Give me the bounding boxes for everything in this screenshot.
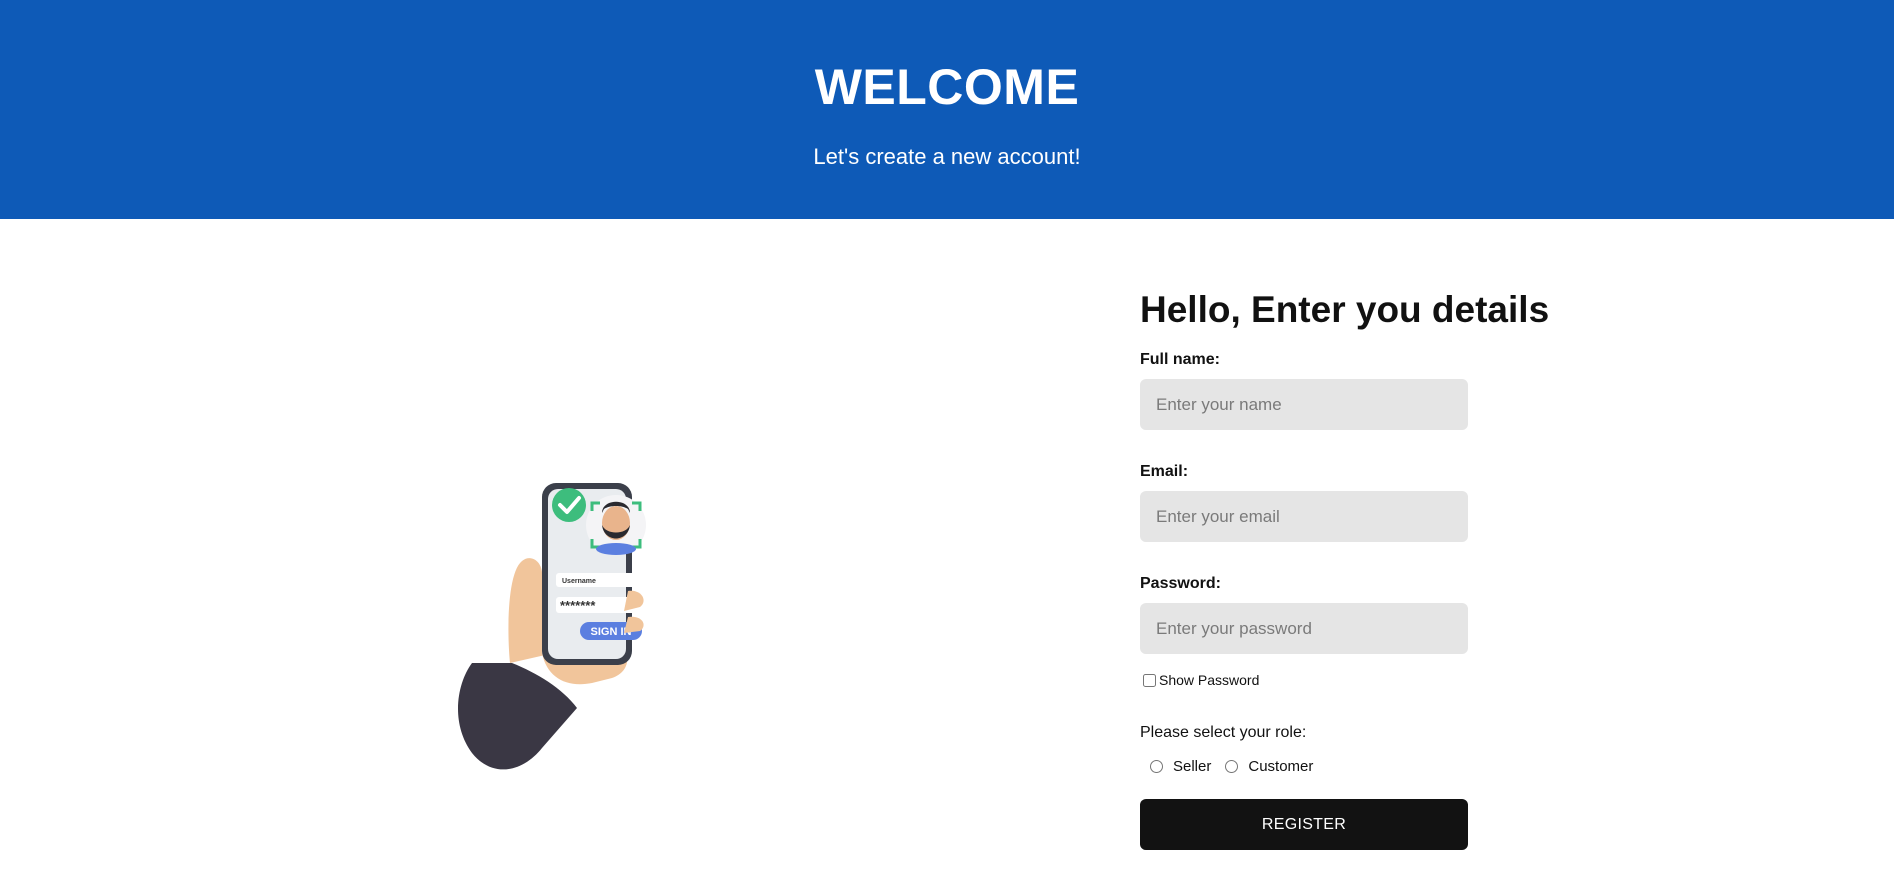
- password-group: Password:: [1140, 575, 1560, 654]
- show-password-label: Show Password: [1159, 672, 1260, 688]
- page-title: WELCOME: [814, 59, 1080, 115]
- seller-label: Seller: [1173, 758, 1212, 775]
- show-password-row: Show Password: [1143, 672, 1560, 688]
- role-label: Please select your role:: [1140, 724, 1307, 741]
- phone-face-login-illustration: Username ******* SIGN IN: [458, 483, 652, 770]
- email-input[interactable]: [1140, 491, 1468, 542]
- password-label: Password:: [1140, 575, 1221, 592]
- email-group: Email:: [1140, 463, 1560, 542]
- fullname-group: Full name:: [1140, 351, 1560, 430]
- show-password-checkbox[interactable]: [1143, 673, 1156, 687]
- customer-label: Customer: [1248, 758, 1314, 775]
- page-subtitle: Let's create a new account!: [813, 144, 1081, 169]
- username-label-graphic: Username: [562, 578, 596, 585]
- email-label: Email:: [1140, 463, 1189, 480]
- customer-radio[interactable]: [1225, 760, 1239, 773]
- role-option-customer[interactable]: Customer: [1225, 758, 1313, 775]
- check-icon: [552, 488, 586, 522]
- password-mask-graphic: *******: [560, 598, 596, 613]
- register-button[interactable]: REGISTER: [1140, 799, 1468, 850]
- fullname-label: Full name:: [1140, 351, 1221, 368]
- seller-radio[interactable]: [1150, 760, 1163, 773]
- main-content: Username ******* SIGN IN Hello, Enter yo…: [0, 219, 1894, 889]
- password-input[interactable]: [1140, 603, 1468, 654]
- role-options: Seller Customer: [1150, 758, 1560, 775]
- registration-form: Hello, Enter you details Full name: Emai…: [1140, 289, 1560, 850]
- form-title: Hello, Enter you details: [1140, 289, 1550, 330]
- fullname-input[interactable]: [1140, 379, 1468, 430]
- header-banner: WELCOME Let's create a new account!: [0, 0, 1894, 219]
- role-option-seller[interactable]: Seller: [1150, 758, 1211, 775]
